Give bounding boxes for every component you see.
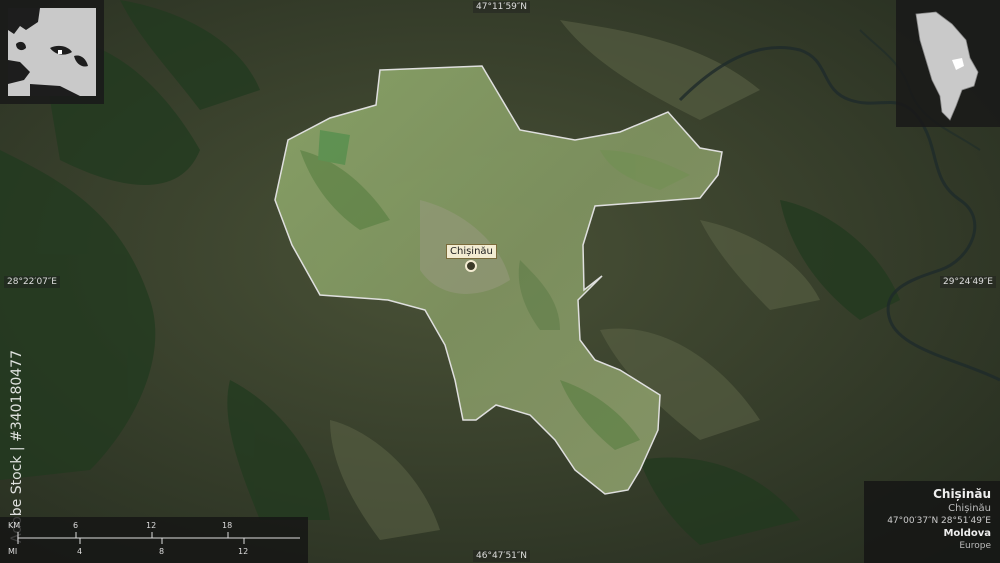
scale-mi-label: MI — [8, 547, 18, 556]
locator-inset-country — [896, 0, 1000, 127]
info-name: Chișinău — [933, 487, 991, 501]
watermark-text: Adobe Stock | #340180477 — [9, 350, 25, 543]
city-label: Chișinău — [446, 244, 497, 259]
coord-left: 28°22′07″E — [4, 276, 60, 288]
scale-mi-tick-3: 12 — [238, 547, 249, 556]
moldova-outline-map — [915, 11, 979, 121]
scale-bar: KM MI 6 12 18 4 8 12 — [0, 517, 308, 563]
info-panel: Chișinău Chișinău 47°00′37″N 28°51′49″E … — [864, 481, 1000, 563]
region-highlight-marker — [58, 50, 62, 54]
scale-mi-tick-2: 8 — [159, 547, 165, 556]
info-native-name: Chișinău — [948, 503, 991, 514]
scale-km-label: KM — [8, 521, 21, 530]
scale-km-tick-2: 12 — [146, 521, 157, 530]
coord-right: 29°24′49″E — [940, 276, 996, 288]
info-coordinates: 47°00′37″N 28°51′49″E — [887, 516, 991, 526]
locator-inset-europe — [0, 0, 104, 104]
info-continent: Europe — [959, 541, 991, 551]
scale-km-tick-1: 6 — [73, 521, 79, 530]
europe-outline-map — [8, 8, 96, 96]
satellite-map — [0, 0, 1000, 563]
coord-top: 47°11′59″N — [473, 1, 530, 13]
scale-mi-tick-1: 4 — [77, 547, 83, 556]
info-country: Moldova — [943, 528, 991, 539]
city-marker-icon — [465, 260, 477, 272]
coord-bottom: 46°47′51″N — [473, 550, 530, 562]
scale-km-tick-3: 18 — [222, 521, 233, 530]
